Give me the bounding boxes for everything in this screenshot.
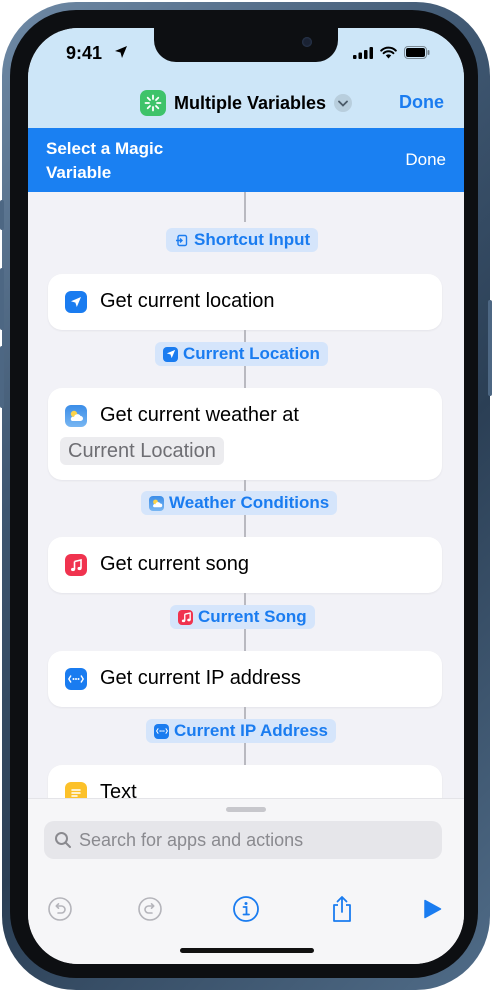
search-icon: [55, 832, 71, 848]
connector: [244, 707, 246, 719]
status-time: 9:41: [66, 43, 103, 63]
undo-button[interactable]: [40, 889, 80, 929]
action-get-ip[interactable]: Get current IP address: [48, 651, 442, 707]
current-location-label: Current Location: [183, 344, 320, 363]
redo-icon: [138, 897, 162, 921]
search-field[interactable]: [44, 821, 442, 859]
connector: [244, 629, 246, 651]
action-label: Get current song: [100, 553, 249, 575]
home-indicator[interactable]: [180, 948, 314, 953]
share-icon: [333, 896, 351, 922]
battery-icon: [404, 46, 430, 59]
status-icons: [353, 46, 430, 59]
shortcut-title: Multiple Variables: [173, 92, 327, 113]
sheet-grabber[interactable]: [226, 807, 266, 812]
music-note-icon: [178, 609, 193, 625]
connector: [244, 593, 246, 605]
current-ip-label: Current IP Address: [174, 721, 328, 740]
weather-conditions-chip[interactable]: Weather Conditions: [141, 491, 338, 515]
current-song-label: Current Song: [198, 607, 307, 626]
info-icon: [233, 896, 259, 922]
notch: [154, 28, 338, 62]
magic-variable-title: Select a Magic Variable: [46, 139, 164, 182]
weather-icon: [149, 495, 164, 511]
magic-variable-done-button[interactable]: Done: [405, 150, 446, 170]
camera-icon: [302, 37, 312, 47]
connector: [244, 330, 246, 342]
volume-up-button: [0, 268, 4, 330]
action-search-sheet: [28, 798, 464, 964]
connector: [244, 515, 246, 537]
editor-toolbar: [28, 889, 464, 929]
network-icon: [65, 668, 87, 690]
network-icon: [154, 723, 169, 739]
shortcut-input-chip[interactable]: Shortcut Input: [166, 228, 319, 252]
music-note-icon: [65, 554, 87, 576]
nav-done-button[interactable]: Done: [399, 92, 444, 113]
run-button[interactable]: [412, 889, 452, 929]
current-location-chip[interactable]: Current Location: [155, 342, 328, 366]
connector: [244, 743, 246, 765]
play-icon: [424, 899, 442, 919]
action-get-song[interactable]: Get current song: [48, 537, 442, 593]
current-song-chip[interactable]: Current Song: [170, 605, 315, 629]
redo-button[interactable]: [130, 889, 170, 929]
magic-variable-banner: Select a Magic Variable Done: [28, 128, 464, 192]
chevron-down-icon: [334, 94, 353, 112]
screen: 9:41 Multiple Variables Done Select a Ma…: [28, 28, 464, 964]
volume-down-button: [0, 346, 4, 408]
cellular-signal-icon: [353, 46, 373, 59]
action-button: [0, 200, 4, 230]
location-services-icon: [115, 46, 127, 58]
action-get-weather[interactable]: Get current weather at Current Location: [48, 388, 442, 480]
location-arrow-icon: [163, 346, 178, 362]
location-arrow-icon: [65, 291, 87, 313]
action-text[interactable]: Text: [48, 765, 442, 802]
action-label: Get current weather at: [100, 404, 299, 426]
current-ip-chip[interactable]: Current IP Address: [146, 719, 336, 743]
actions-list: Shortcut Input Get current location Curr…: [28, 192, 464, 802]
share-button[interactable]: [322, 889, 362, 929]
connector: [244, 192, 246, 222]
info-button[interactable]: [226, 889, 266, 929]
action-get-location[interactable]: Get current location: [48, 274, 442, 330]
weather-conditions-label: Weather Conditions: [169, 493, 330, 512]
shortcut-input-icon: [174, 233, 189, 248]
power-button: [488, 300, 492, 396]
weather-location-parameter[interactable]: Current Location: [60, 437, 224, 465]
shortcut-glyph-icon: [139, 90, 166, 116]
weather-icon: [65, 405, 87, 427]
action-label: Get current location: [100, 290, 275, 312]
search-input[interactable]: [79, 829, 419, 851]
shortcut-input-label: Shortcut Input: [194, 230, 311, 249]
action-label: Get current IP address: [100, 667, 301, 689]
undo-icon: [48, 897, 72, 921]
connector: [244, 366, 246, 388]
wifi-icon: [380, 46, 397, 59]
